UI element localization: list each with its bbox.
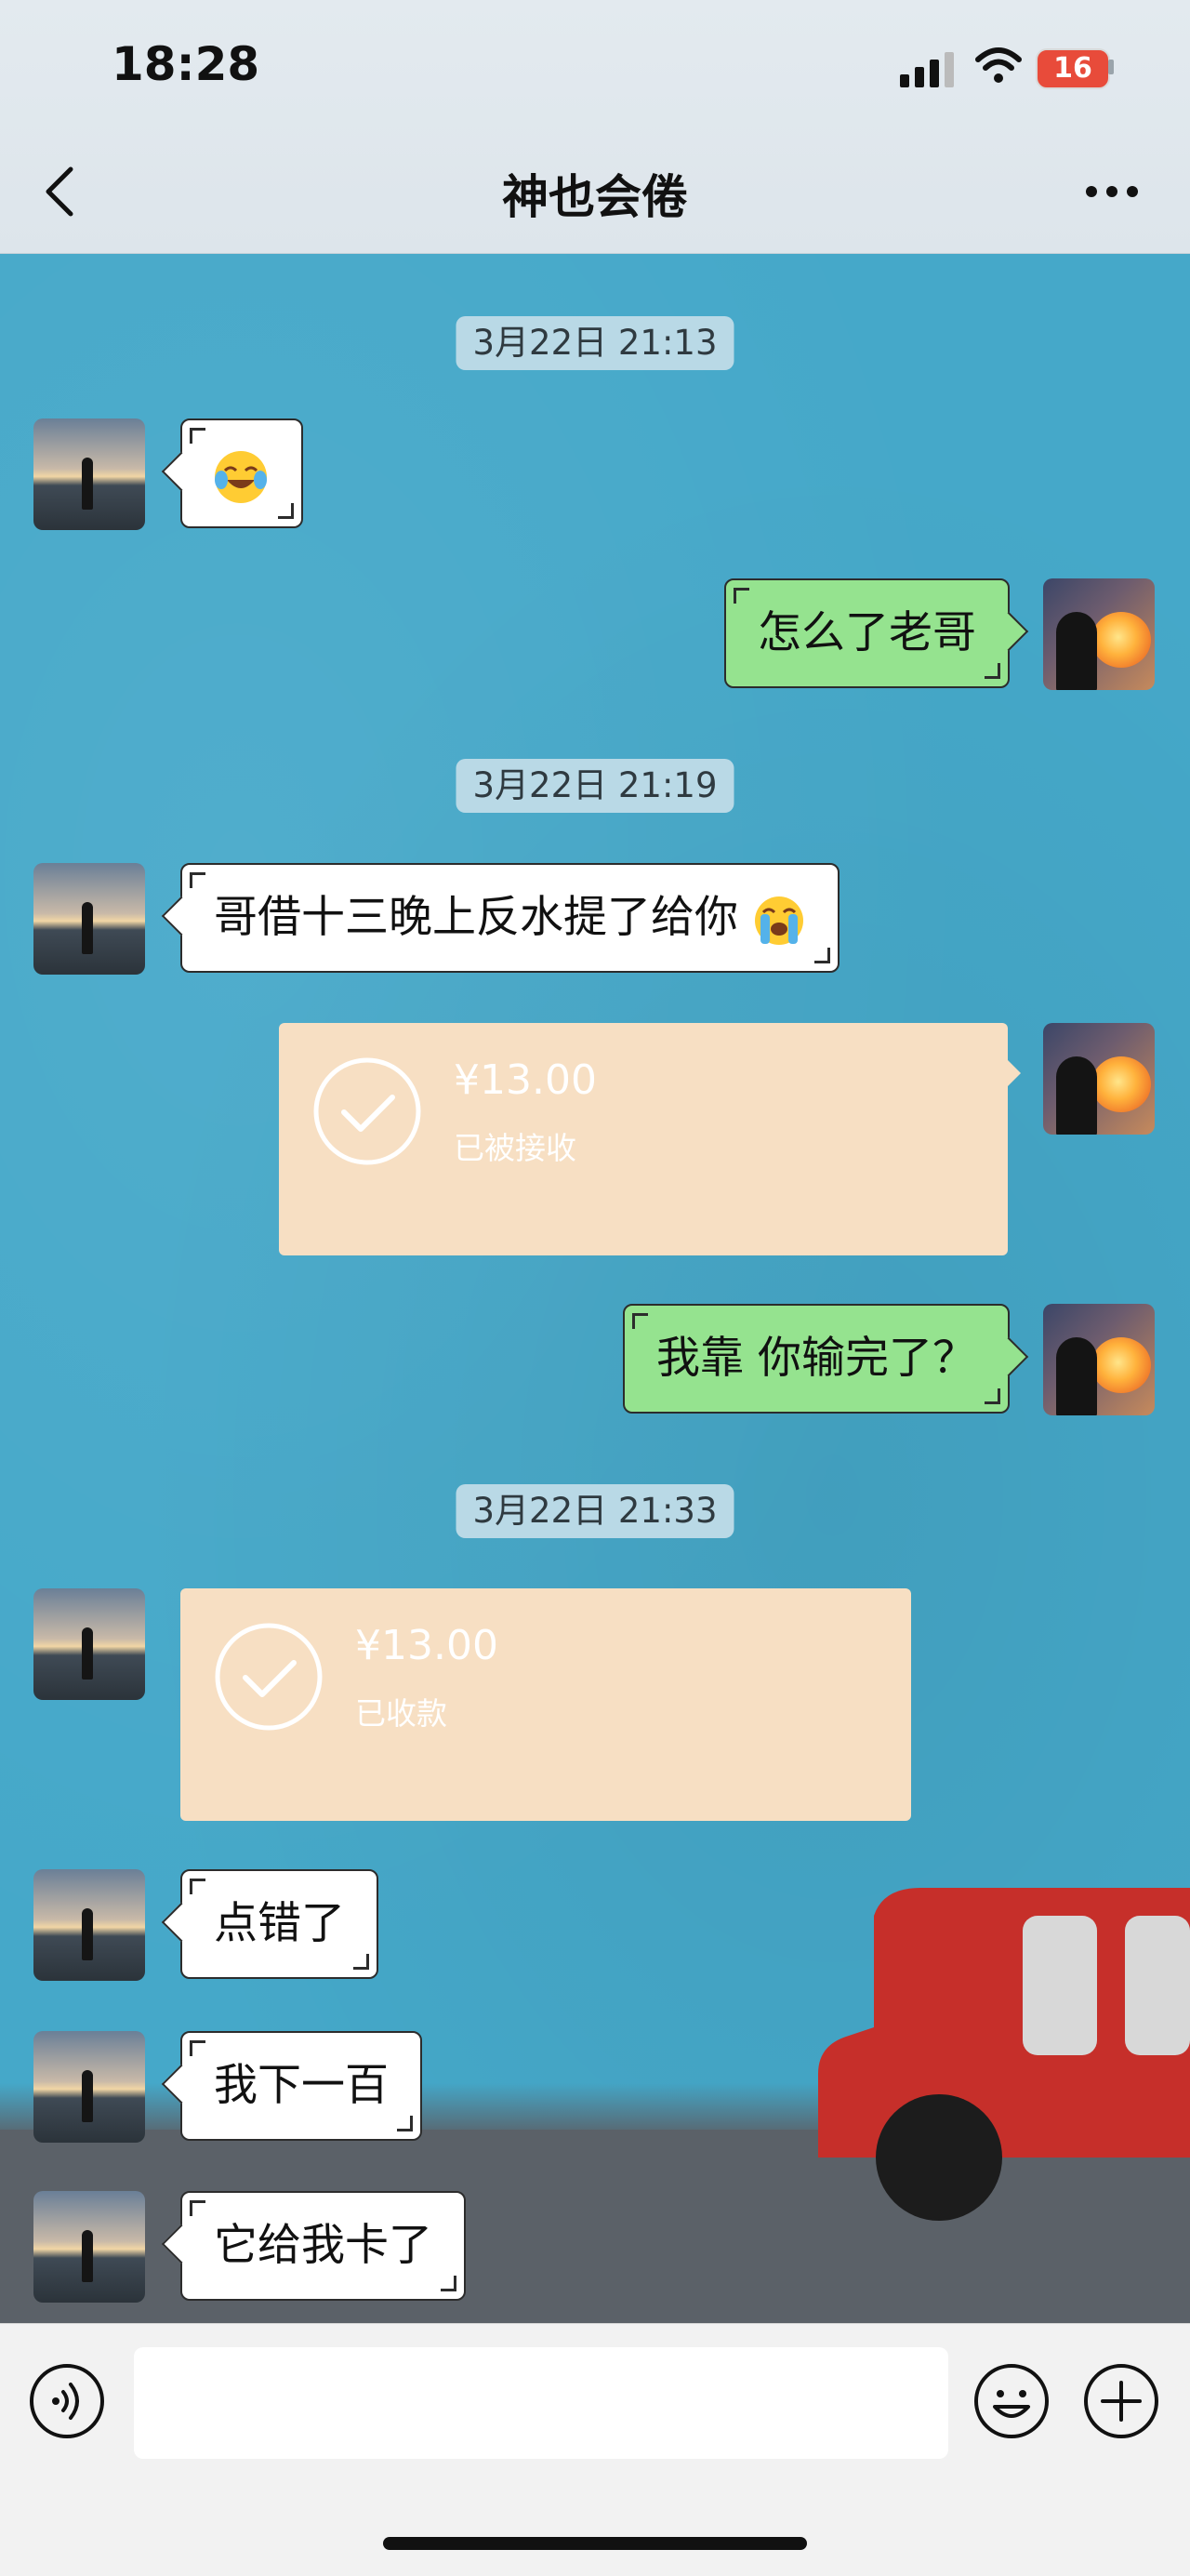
bubble-corner-decoration bbox=[441, 2276, 456, 2291]
check-circle-icon bbox=[215, 1623, 323, 1731]
status-time: 18:28 bbox=[112, 37, 260, 91]
bubble-corner-decoration bbox=[190, 872, 205, 888]
timestamp: 3月22日 21:13 bbox=[456, 316, 734, 370]
voice-input-icon[interactable] bbox=[28, 2362, 106, 2440]
transfer-card-outgoing[interactable]: ¥13.00 已被接收 bbox=[279, 1023, 1021, 1255]
bubble-corner-decoration bbox=[190, 2040, 205, 2056]
bubble-corner-decoration bbox=[985, 663, 1000, 679]
bubble-corner-decoration bbox=[190, 2200, 205, 2216]
avatar-silhouette bbox=[1056, 1337, 1097, 1415]
message-text: 点错了 bbox=[214, 1898, 345, 1949]
contact-avatar[interactable] bbox=[33, 2191, 145, 2303]
wallpaper-car bbox=[818, 1888, 1190, 2221]
message-bubble-incoming[interactable]: 它给我卡了 bbox=[180, 2191, 466, 2301]
message-text: 怎么了老哥 bbox=[758, 607, 976, 658]
message-text: 我靠 你输完了？ bbox=[656, 1333, 976, 1384]
message-text: 我下一百 bbox=[214, 2060, 389, 2111]
check-circle-icon bbox=[313, 1057, 421, 1165]
add-more-icon[interactable] bbox=[1082, 2362, 1160, 2440]
bubble-corner-decoration bbox=[190, 1879, 205, 1894]
avatar-silhouette bbox=[1056, 1056, 1097, 1135]
transfer-amount: ¥13.00 bbox=[355, 1622, 498, 1669]
message-bubble-incoming[interactable]: 哥借十三晚上反水提了给你 bbox=[180, 863, 840, 973]
battery-cap bbox=[1108, 60, 1114, 74]
transfer-amount: ¥13.00 bbox=[454, 1056, 597, 1104]
bubble-corner-decoration bbox=[734, 588, 749, 604]
more-options-icon[interactable] bbox=[1084, 184, 1140, 199]
message-bubble-outgoing[interactable]: 怎么了老哥 bbox=[724, 578, 1010, 688]
contact-avatar[interactable] bbox=[33, 2031, 145, 2143]
transfer-card-incoming[interactable]: ¥13.00 已收款 bbox=[180, 1588, 911, 1821]
my-avatar[interactable] bbox=[1043, 1023, 1155, 1135]
bubble-corner-decoration bbox=[985, 1388, 1000, 1404]
bubble-corner-decoration bbox=[632, 1313, 649, 1329]
message-text: 哥借十三晚上反水提了给你 bbox=[214, 892, 738, 943]
home-indicator bbox=[383, 2537, 807, 2550]
timestamp: 3月22日 21:19 bbox=[456, 759, 734, 813]
my-avatar[interactable] bbox=[1043, 1304, 1155, 1415]
contact-avatar[interactable] bbox=[33, 863, 145, 975]
battery-level: 16 bbox=[1036, 48, 1110, 89]
message-bubble-incoming[interactable] bbox=[180, 418, 303, 528]
wifi-icon bbox=[975, 47, 1022, 83]
transfer-status: 已收款 bbox=[355, 1695, 447, 1732]
my-avatar[interactable] bbox=[1043, 578, 1155, 690]
contact-avatar[interactable] bbox=[33, 418, 145, 530]
cellular-signal-icon bbox=[900, 52, 954, 87]
avatar-fire-heart bbox=[1091, 1337, 1151, 1393]
bubble-corner-decoration bbox=[397, 2116, 413, 2131]
timestamp: 3月22日 21:33 bbox=[456, 1484, 734, 1538]
bubble-corner-decoration bbox=[813, 948, 830, 963]
message-bubble-incoming[interactable]: 点错了 bbox=[180, 1869, 378, 1979]
transfer-status: 已被接收 bbox=[454, 1130, 576, 1166]
top-bar: 18:28 16 神也会倦 bbox=[0, 0, 1190, 254]
message-text: 它给我卡了 bbox=[214, 2220, 432, 2271]
loudly-crying-face-icon bbox=[754, 896, 803, 945]
contact-avatar[interactable] bbox=[33, 1588, 145, 1700]
bubble-corner-decoration bbox=[353, 1954, 369, 1970]
avatar-fire-heart bbox=[1091, 1056, 1151, 1112]
message-bubble-incoming[interactable]: 我下一百 bbox=[180, 2031, 422, 2141]
chat-title: 神也会倦 bbox=[502, 170, 688, 224]
avatar-fire-heart bbox=[1091, 612, 1151, 668]
bubble-corner-decoration bbox=[278, 503, 294, 519]
message-input[interactable] bbox=[134, 2347, 948, 2459]
chat-area[interactable] bbox=[0, 254, 1190, 2323]
avatar-silhouette bbox=[1056, 612, 1097, 690]
emoji-picker-icon[interactable] bbox=[972, 2362, 1051, 2440]
contact-avatar[interactable] bbox=[33, 1869, 145, 1981]
laughing-crying-face-icon bbox=[215, 451, 267, 503]
message-bubble-outgoing[interactable]: 我靠 你输完了？ bbox=[623, 1304, 1010, 1414]
bubble-corner-decoration bbox=[190, 428, 205, 444]
